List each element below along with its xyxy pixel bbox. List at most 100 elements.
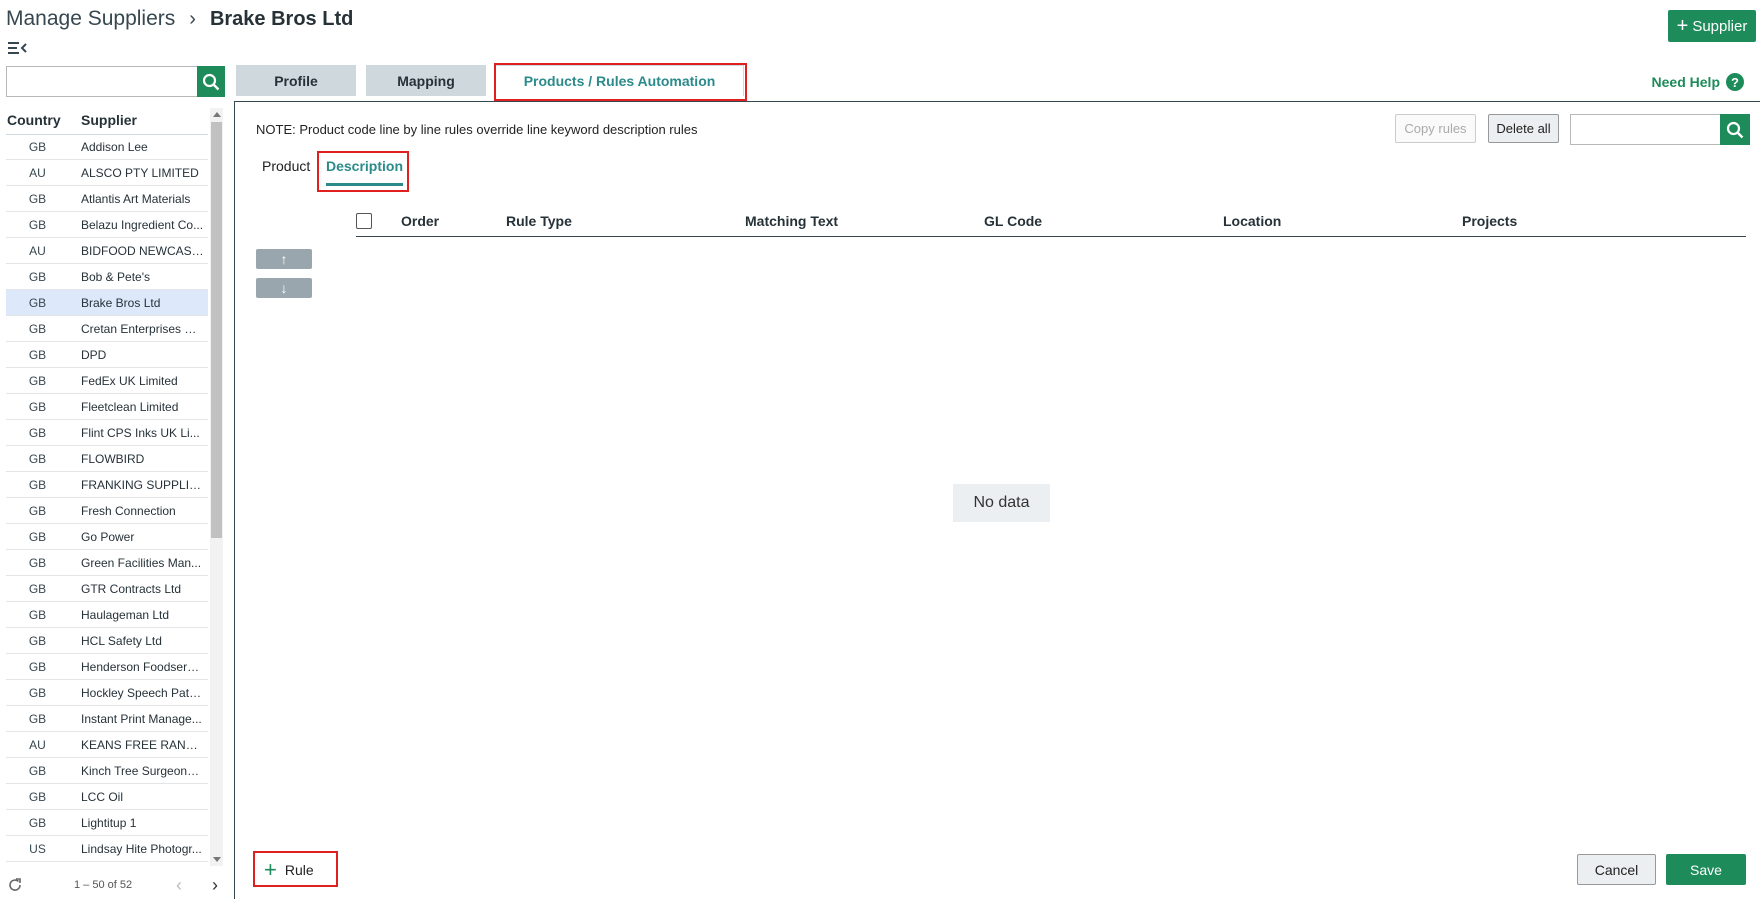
copy-rules-button[interactable]: Copy rules bbox=[1395, 114, 1476, 143]
supplier-row[interactable]: US Lindsay Hite Photogr... bbox=[6, 836, 208, 862]
need-help-link[interactable]: Need Help ? bbox=[1652, 73, 1744, 91]
supplier-row[interactable]: GB Fresh Connection bbox=[6, 498, 208, 524]
supplier-row[interactable]: GB Instant Print Manage... bbox=[6, 706, 208, 732]
gl-code-column-header[interactable]: GL Code bbox=[984, 213, 1042, 229]
rules-search-input[interactable] bbox=[1570, 114, 1720, 145]
cancel-button[interactable]: Cancel bbox=[1577, 854, 1656, 885]
refresh-icon[interactable] bbox=[6, 876, 24, 894]
supplier-name: Henderson Foodservi... bbox=[81, 659, 206, 674]
supplier-name: Fleetclean Limited bbox=[81, 399, 179, 414]
no-data-message: No data bbox=[953, 484, 1050, 522]
previous-page-button[interactable]: ‹ bbox=[176, 875, 182, 896]
rule-type-column-header[interactable]: Rule Type bbox=[506, 213, 572, 229]
supplier-row[interactable]: GB Flint CPS Inks UK Li... bbox=[6, 420, 208, 446]
supplier-country: GB bbox=[28, 815, 47, 830]
collapse-menu-icon[interactable] bbox=[8, 40, 28, 56]
supplier-row[interactable]: GB Cretan Enterprises P/... bbox=[6, 316, 208, 342]
tab-mapping[interactable]: Mapping bbox=[366, 65, 486, 96]
supplier-name: FedEx UK Limited bbox=[81, 373, 178, 388]
active-subtab-indicator bbox=[326, 183, 403, 186]
search-icon bbox=[1726, 121, 1744, 138]
matching-text-column-header[interactable]: Matching Text bbox=[745, 213, 838, 229]
supplier-country: GB bbox=[28, 503, 47, 518]
supplier-row[interactable]: GB Kinch Tree Surgeons ... bbox=[6, 758, 208, 784]
supplier-pager: 1 – 50 of 52 ‹ › bbox=[6, 874, 218, 896]
supplier-row[interactable]: GB Fleetclean Limited bbox=[6, 394, 208, 420]
supplier-row[interactable]: GB Bob & Pete's bbox=[6, 264, 208, 290]
scroll-down-arrow-icon[interactable] bbox=[213, 857, 221, 862]
supplier-name: Green Facilities Man... bbox=[81, 555, 202, 570]
supplier-search-input[interactable] bbox=[6, 66, 224, 97]
supplier-name: Cretan Enterprises P/... bbox=[81, 321, 206, 336]
supplier-name: BIDFOOD NEWCASTLE bbox=[81, 243, 208, 258]
subtab-product[interactable]: Product bbox=[262, 158, 310, 174]
scrollbar-thumb[interactable] bbox=[211, 122, 222, 538]
supplier-row[interactable]: AU BIDFOOD NEWCASTLE bbox=[6, 238, 208, 264]
scroll-up-arrow-icon[interactable] bbox=[213, 112, 221, 117]
supplier-country: GB bbox=[28, 321, 47, 336]
add-supplier-label: Supplier bbox=[1692, 17, 1748, 35]
supplier-row[interactable]: GB GTR Contracts Ltd bbox=[6, 576, 208, 602]
supplier-row[interactable]: GB FLOWBIRD bbox=[6, 446, 208, 472]
tab-profile[interactable]: Profile bbox=[236, 65, 356, 96]
supplier-row[interactable]: GB DPD bbox=[6, 342, 208, 368]
supplier-row[interactable]: GB FedEx UK Limited bbox=[6, 368, 208, 394]
supplier-name: GTR Contracts Ltd bbox=[81, 581, 182, 596]
supplier-row[interactable]: GB HCL Safety Ltd bbox=[6, 628, 208, 654]
rules-search-button[interactable] bbox=[1720, 114, 1750, 145]
breadcrumb-separator: › bbox=[189, 7, 196, 30]
move-up-button[interactable]: ↑ bbox=[256, 249, 312, 269]
supplier-row[interactable]: GB Atlantis Art Materials bbox=[6, 186, 208, 212]
add-supplier-button[interactable]: + Supplier bbox=[1668, 10, 1756, 42]
select-all-checkbox[interactable] bbox=[356, 213, 372, 229]
supplier-country: GB bbox=[28, 425, 47, 440]
supplier-row[interactable]: GB Henderson Foodservi... bbox=[6, 654, 208, 680]
supplier-search-button[interactable] bbox=[197, 66, 225, 97]
supplier-country: GB bbox=[28, 711, 47, 726]
supplier-row[interactable]: GB Belazu Ingredient Co... bbox=[6, 212, 208, 238]
supplier-row[interactable]: GB Lightitup 1 bbox=[6, 810, 208, 836]
next-page-button[interactable]: › bbox=[212, 875, 218, 896]
supplier-row[interactable]: GB LCC Oil bbox=[6, 784, 208, 810]
supplier-column-header[interactable]: Supplier bbox=[81, 110, 208, 134]
breadcrumb-parent-link[interactable]: Manage Suppliers bbox=[6, 7, 175, 31]
order-column-header[interactable]: Order bbox=[401, 213, 439, 229]
arrow-down-icon: ↓ bbox=[280, 280, 288, 296]
tab-products-rules-automation[interactable]: Products / Rules Automation bbox=[495, 65, 744, 96]
supplier-country: GB bbox=[28, 477, 47, 492]
supplier-row[interactable]: AU ALSCO PTY LIMITED bbox=[6, 160, 208, 186]
supplier-row[interactable]: GB Haulageman Ltd bbox=[6, 602, 208, 628]
supplier-name: Addison Lee bbox=[81, 139, 148, 154]
supplier-country: US bbox=[29, 841, 46, 856]
projects-column-header[interactable]: Projects bbox=[1462, 213, 1517, 229]
supplier-row[interactable]: GB Green Facilities Man... bbox=[6, 550, 208, 576]
location-column-header[interactable]: Location bbox=[1223, 213, 1281, 229]
move-down-button[interactable]: ↓ bbox=[256, 278, 312, 298]
supplier-name: Brake Bros Ltd bbox=[81, 295, 161, 310]
supplier-name: Instant Print Manage... bbox=[81, 711, 202, 726]
supplier-row[interactable]: GB Brake Bros Ltd bbox=[6, 290, 208, 316]
supplier-country: GB bbox=[28, 581, 47, 596]
supplier-row[interactable]: GB Hockley Speech Path... bbox=[6, 680, 208, 706]
supplier-country: GB bbox=[28, 685, 47, 700]
supplier-row[interactable]: GB FRANKING SUPPLIE... bbox=[6, 472, 208, 498]
supplier-country: GB bbox=[28, 607, 47, 622]
supplier-name: Haulageman Ltd bbox=[81, 607, 170, 622]
add-rule-button[interactable]: + Rule bbox=[258, 855, 320, 885]
supplier-row[interactable]: GB Go Power bbox=[6, 524, 208, 550]
supplier-country: GB bbox=[28, 633, 47, 648]
supplier-name: Kinch Tree Surgeons ... bbox=[81, 763, 207, 778]
supplier-country: GB bbox=[28, 399, 47, 414]
supplier-row[interactable]: AU KEANS FREE RANGE ... bbox=[6, 732, 208, 758]
delete-all-button[interactable]: Delete all bbox=[1488, 114, 1559, 143]
supplier-country: GB bbox=[28, 269, 47, 284]
supplier-name: Lindsay Hite Photogr... bbox=[81, 841, 202, 856]
rules-grid-header: Order Rule Type Matching Text GL Code Lo… bbox=[356, 210, 1746, 237]
supplier-name: Hockley Speech Path... bbox=[81, 685, 206, 700]
country-column-header[interactable]: Country bbox=[6, 110, 81, 134]
subtab-description[interactable]: Description bbox=[326, 158, 403, 174]
supplier-row[interactable]: GB Addison Lee bbox=[6, 134, 208, 160]
supplier-list-scrollbar[interactable] bbox=[210, 108, 223, 866]
save-button[interactable]: Save bbox=[1666, 854, 1746, 885]
supplier-country: GB bbox=[28, 763, 47, 778]
